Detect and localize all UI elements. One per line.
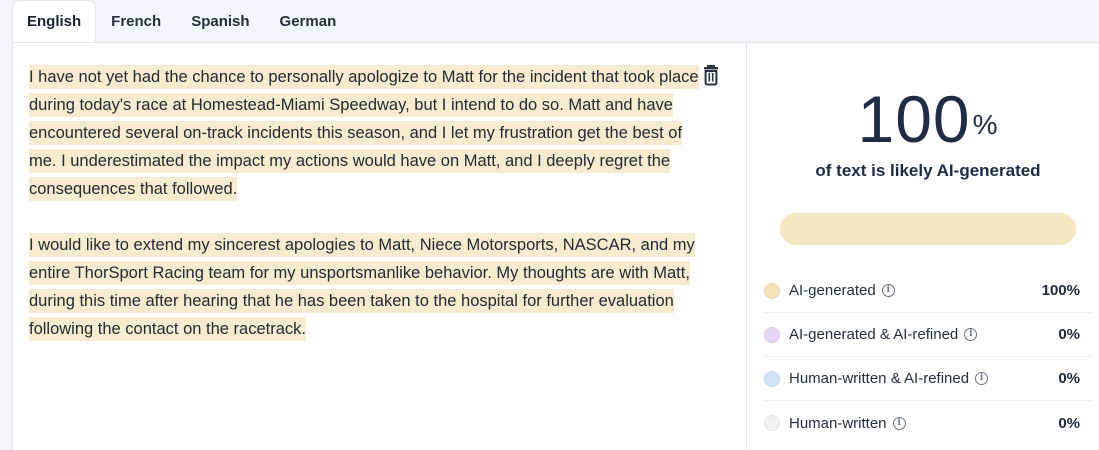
legend-value: 0% <box>1058 326 1080 343</box>
legend-label: AI-generated & AI-refined <box>789 326 959 343</box>
detection-results: 100% of text is likely AI-generated AI-g… <box>748 43 1099 450</box>
score-caption: of text is likely AI-generated <box>815 161 1041 180</box>
info-icon[interactable]: i <box>964 328 978 341</box>
score-bar-fill <box>780 213 1076 245</box>
info-icon[interactable]: i <box>892 416 906 430</box>
legend-value: 0% <box>1058 414 1080 432</box>
legend-dot <box>764 282 780 299</box>
legend-dot <box>764 370 780 387</box>
legend-dot <box>764 326 780 343</box>
highlighted-text: I would like to extend my sincerest apol… <box>29 233 695 341</box>
score-value: 100 <box>857 82 971 156</box>
highlighted-text: I have not yet had the chance to persona… <box>29 65 699 201</box>
paragraph-2: I would like to extend my sincerest apol… <box>29 231 709 343</box>
paragraph-1: I have not yet had the chance to persona… <box>29 63 709 203</box>
score-bar <box>780 213 1076 245</box>
legend-label: AI-generated <box>789 282 876 299</box>
info-icon[interactable]: i <box>881 284 895 297</box>
tab-spanish[interactable]: Spanish <box>176 0 264 42</box>
legend-dot <box>764 415 780 431</box>
legend-label: Human-written & AI-refined <box>789 370 970 387</box>
tab-english[interactable]: English <box>12 0 97 42</box>
ai-score: 100% <box>748 83 1099 155</box>
language-tabs: English French Spanish German <box>0 0 1099 42</box>
tab-german[interactable]: German <box>265 0 352 42</box>
legend-value: 100% <box>1041 282 1080 299</box>
legend-item-ai-generated-ai-refined: AI-generated & AI-refined i 0% <box>764 313 1092 357</box>
legend-value: 0% <box>1058 370 1080 387</box>
content-panel: I have not yet had the chance to persona… <box>12 42 1099 450</box>
legend-item-human-written: Human-written i 0% <box>764 401 1092 445</box>
trash-icon[interactable] <box>703 64 723 86</box>
info-icon[interactable]: i <box>975 372 989 385</box>
legend-label: Human-written <box>789 414 887 432</box>
analyzed-text-area[interactable]: I have not yet had the chance to persona… <box>13 43 747 450</box>
legend-item-human-written-ai-refined: Human-written & AI-refined i 0% <box>764 357 1092 401</box>
tab-french[interactable]: French <box>96 0 176 42</box>
result-legend: AI-generated i 100% AI-generated & AI-re… <box>764 269 1092 445</box>
legend-item-ai-generated: AI-generated i 100% <box>764 269 1092 313</box>
score-unit: % <box>972 109 999 140</box>
